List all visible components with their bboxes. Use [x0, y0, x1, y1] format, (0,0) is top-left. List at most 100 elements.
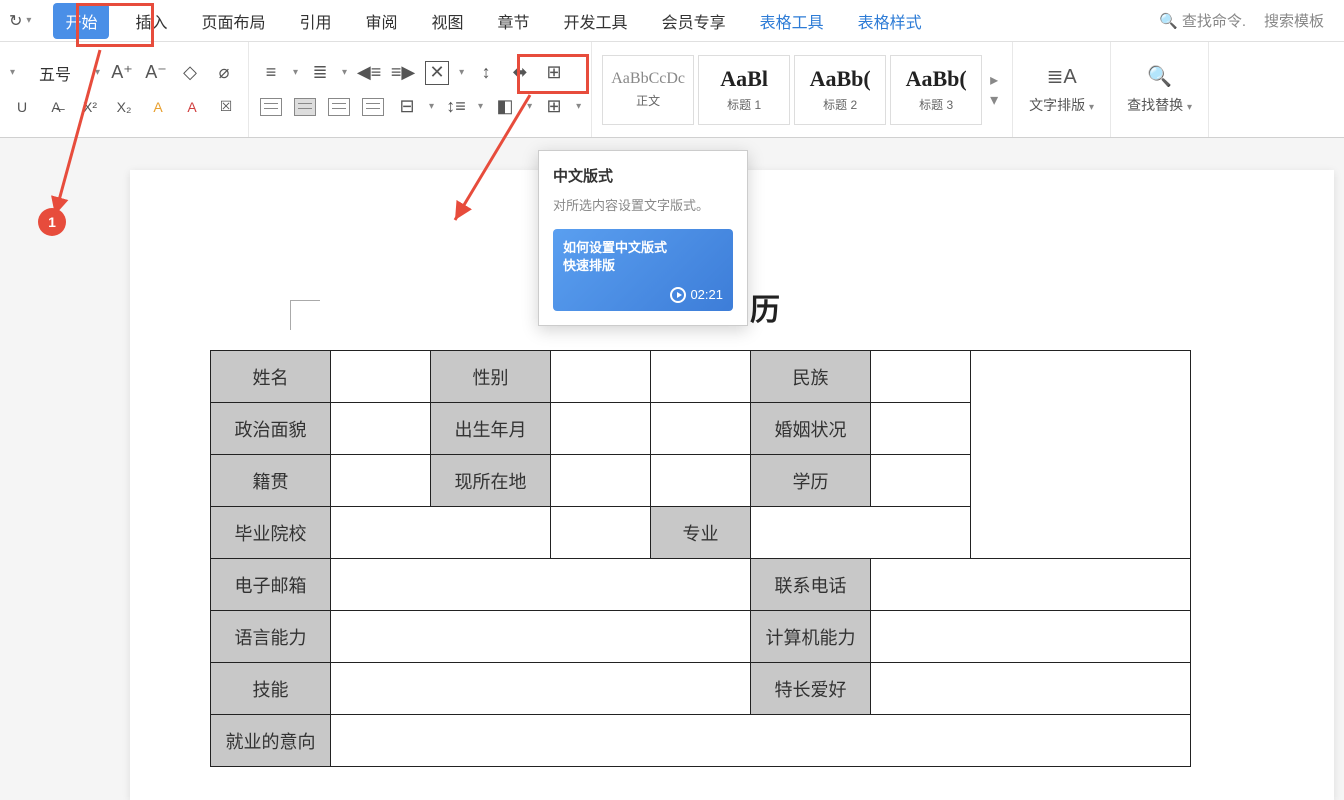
- page-corner: [290, 300, 320, 330]
- table-cell[interactable]: [871, 663, 1191, 715]
- shading-icon[interactable]: ◧: [493, 95, 517, 119]
- line-spacing-icon[interactable]: ⬌: [508, 61, 532, 85]
- table-cell[interactable]: [871, 351, 971, 403]
- borders-icon[interactable]: ⊞: [542, 95, 566, 119]
- table-cell[interactable]: [331, 403, 431, 455]
- table-cell[interactable]: 政治面貌: [211, 403, 331, 455]
- table-cell[interactable]: [551, 351, 651, 403]
- asian-layout-icon[interactable]: ✕: [425, 61, 449, 85]
- tooltip-title: 中文版式: [553, 165, 733, 186]
- tab-表格工具[interactable]: 表格工具: [752, 3, 832, 39]
- table-cell[interactable]: [871, 455, 971, 507]
- table-cell[interactable]: 现所在地: [431, 455, 551, 507]
- tab-表格样式[interactable]: 表格样式: [850, 3, 930, 39]
- style-正文[interactable]: AaBbCcDc正文: [602, 55, 694, 125]
- increase-font-icon[interactable]: A⁺: [110, 61, 134, 85]
- align-right-icon[interactable]: [327, 95, 351, 119]
- search-template[interactable]: 搜索模板: [1264, 10, 1324, 31]
- table-cell[interactable]: 民族: [751, 351, 871, 403]
- tab-会员专享[interactable]: 会员专享: [654, 3, 734, 39]
- table-cell[interactable]: 姓名: [211, 351, 331, 403]
- table-cell[interactable]: [651, 455, 751, 507]
- tab-视图[interactable]: 视图: [424, 3, 472, 39]
- table-cell[interactable]: 出生年月: [431, 403, 551, 455]
- superscript-icon[interactable]: X²: [78, 95, 102, 119]
- table-cell[interactable]: [331, 351, 431, 403]
- font-size-select[interactable]: 五号: [25, 61, 85, 85]
- table-cell[interactable]: 毕业院校: [211, 507, 331, 559]
- table-cell[interactable]: 就业的意向: [211, 715, 331, 767]
- tab-开发工具[interactable]: 开发工具: [556, 3, 636, 39]
- table-cell[interactable]: 计算机能力: [751, 611, 871, 663]
- redo-button[interactable]: ↻▾: [5, 7, 35, 35]
- table-cell[interactable]: 技能: [211, 663, 331, 715]
- table-cell[interactable]: 性别: [431, 351, 551, 403]
- text-layout-button[interactable]: ≣A 文字排版 ▾: [1013, 42, 1111, 137]
- tab-章节[interactable]: 章节: [490, 3, 538, 39]
- ruler-icon[interactable]: ⊞: [542, 61, 566, 85]
- decrease-indent-icon[interactable]: ◀≡: [357, 61, 381, 85]
- align-left-icon[interactable]: [259, 95, 283, 119]
- table-cell[interactable]: [331, 507, 551, 559]
- subscript-icon[interactable]: X₂: [112, 95, 136, 119]
- table-cell[interactable]: [651, 351, 751, 403]
- table-cell[interactable]: 联系电话: [751, 559, 871, 611]
- table-cell[interactable]: 学历: [751, 455, 871, 507]
- table-cell[interactable]: 籍贯: [211, 455, 331, 507]
- play-icon: [670, 287, 686, 303]
- table-cell[interactable]: 电子邮箱: [211, 559, 331, 611]
- styles-gallery: AaBbCcDc正文AaBl标题 1AaBb(标题 2AaBb(标题 3▸▾: [592, 42, 1013, 137]
- table-cell[interactable]: [871, 611, 1191, 663]
- tab-开始[interactable]: 开始: [53, 3, 109, 39]
- sort-icon[interactable]: ↕: [474, 61, 498, 85]
- numbering-icon[interactable]: ≣: [308, 61, 332, 85]
- decrease-font-icon[interactable]: A⁻: [144, 61, 168, 85]
- table-cell[interactable]: [971, 351, 1191, 559]
- table-cell[interactable]: 语言能力: [211, 611, 331, 663]
- increase-indent-icon[interactable]: ≡▶: [391, 61, 415, 85]
- pinyin-icon[interactable]: ⌀: [212, 61, 236, 85]
- tooltip-video-card[interactable]: 如何设置中文版式 快速排版 02:21: [553, 229, 733, 311]
- table-cell[interactable]: [331, 455, 431, 507]
- table-cell[interactable]: [331, 715, 1191, 767]
- tab-插入[interactable]: 插入: [127, 3, 175, 39]
- table-cell[interactable]: [551, 455, 651, 507]
- align-center-icon[interactable]: [293, 95, 317, 119]
- line-height-icon[interactable]: ↕≡: [444, 95, 468, 119]
- document-title-fragment: 历: [750, 285, 780, 329]
- asian-layout-tooltip: 中文版式 对所选内容设置文字版式。 如何设置中文版式 快速排版 02:21: [538, 150, 748, 326]
- font-color-icon[interactable]: A: [180, 95, 204, 119]
- highlight-icon[interactable]: A: [146, 95, 170, 119]
- video-duration: 02:21: [670, 287, 723, 303]
- distribute-icon[interactable]: ⊟: [395, 95, 419, 119]
- table-cell[interactable]: [551, 507, 651, 559]
- table-cell[interactable]: [751, 507, 971, 559]
- search-command[interactable]: 🔍 查找命令.: [1159, 10, 1246, 31]
- style-标题 2[interactable]: AaBb(标题 2: [794, 55, 886, 125]
- tab-引用[interactable]: 引用: [291, 3, 339, 39]
- table-cell[interactable]: [871, 403, 971, 455]
- style-标题 1[interactable]: AaBl标题 1: [698, 55, 790, 125]
- underline-icon[interactable]: U: [10, 95, 34, 119]
- tab-审阅[interactable]: 审阅: [358, 3, 406, 39]
- table-cell[interactable]: [651, 403, 751, 455]
- style-标题 3[interactable]: AaBb(标题 3: [890, 55, 982, 125]
- video-title: 如何设置中文版式 快速排版: [563, 239, 723, 275]
- resume-table[interactable]: 姓名 性别 民族政治面貌 出生年月 婚姻状况籍贯 现所在地 学历毕业院校 专业电子邮箱 联系电话…: [210, 350, 1191, 767]
- clear-format-icon[interactable]: ◇: [178, 61, 202, 85]
- table-cell[interactable]: [871, 559, 1191, 611]
- table-cell[interactable]: [331, 663, 751, 715]
- callout-1: 1: [38, 208, 66, 236]
- bullets-icon[interactable]: ≡: [259, 61, 283, 85]
- align-justify-icon[interactable]: [361, 95, 385, 119]
- table-cell[interactable]: 专业: [651, 507, 751, 559]
- tab-页面布局[interactable]: 页面布局: [193, 3, 273, 39]
- table-cell[interactable]: 婚姻状况: [751, 403, 871, 455]
- find-replace-button[interactable]: 🔍 查找替换 ▾: [1111, 42, 1209, 137]
- table-cell[interactable]: [331, 611, 751, 663]
- strike-icon[interactable]: A̶: [44, 95, 68, 119]
- char-border-icon[interactable]: ☒: [214, 95, 238, 119]
- table-cell[interactable]: [331, 559, 751, 611]
- table-cell[interactable]: [551, 403, 651, 455]
- table-cell[interactable]: 特长爱好: [751, 663, 871, 715]
